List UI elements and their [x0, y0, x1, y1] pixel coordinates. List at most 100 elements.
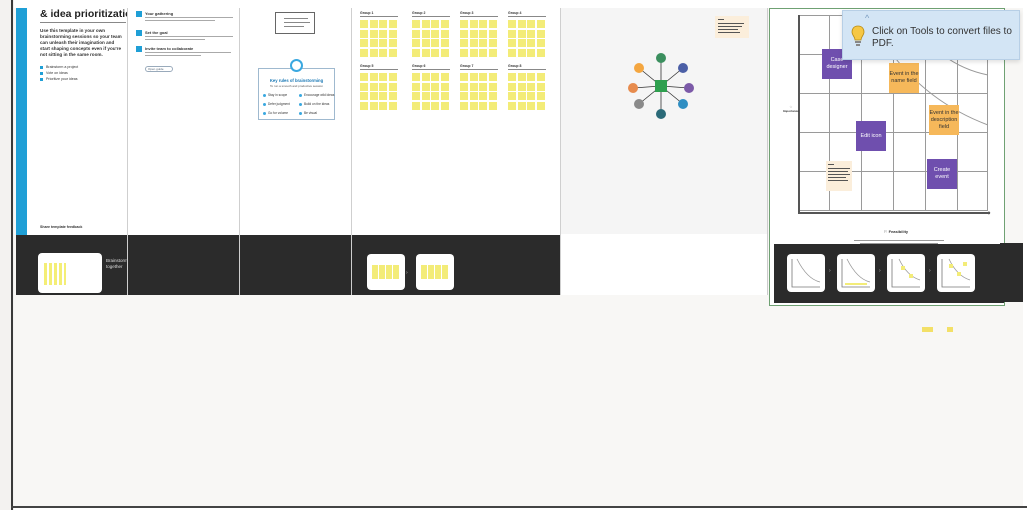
- sticky-note[interactable]: [469, 20, 478, 28]
- template-thumbnail[interactable]: [887, 254, 925, 292]
- idea-card[interactable]: Edit icon: [856, 121, 886, 151]
- sticky-note[interactable]: [431, 92, 439, 100]
- sticky-note[interactable]: [479, 73, 487, 81]
- board-sticky-groups[interactable]: Group 1 Group 2 Group 3 Group 4 Group 5 Group…: [352, 8, 561, 295]
- board-rules[interactable]: Key rules of brainstorming To run a smoo…: [240, 8, 352, 295]
- sticky-note[interactable]: [469, 39, 478, 47]
- sticky-note[interactable]: [369, 20, 378, 28]
- sticky-note[interactable]: [379, 101, 387, 110]
- sticky-note[interactable]: [440, 101, 449, 110]
- sticky-note[interactable]: [922, 327, 933, 332]
- sticky-note[interactable]: [488, 101, 497, 110]
- sticky-note[interactable]: [527, 29, 535, 38]
- sticky-note[interactable]: [947, 327, 953, 332]
- sticky-note[interactable]: [508, 20, 516, 28]
- sticky-note[interactable]: [460, 29, 468, 38]
- sticky-note[interactable]: [536, 73, 545, 81]
- sticky-note[interactable]: [517, 101, 526, 110]
- sticky-note[interactable]: [488, 20, 497, 28]
- sticky-note[interactable]: [536, 48, 545, 57]
- sticky-note[interactable]: [412, 82, 420, 91]
- sticky-note[interactable]: [469, 73, 478, 81]
- sticky-note[interactable]: [360, 73, 368, 81]
- sticky-note[interactable]: [460, 92, 468, 100]
- board-mind-map[interactable]: [561, 8, 768, 295]
- sticky-note[interactable]: [508, 29, 516, 38]
- sticky-note[interactable]: [469, 101, 478, 110]
- sticky-note[interactable]: [488, 39, 497, 47]
- sticky-note[interactable]: [508, 39, 516, 47]
- sticky-note[interactable]: [412, 20, 420, 28]
- idea-card[interactable]: Event in the description field: [929, 105, 959, 135]
- sticky-note[interactable]: [536, 82, 545, 91]
- sticky-note[interactable]: [388, 92, 397, 100]
- sticky-note[interactable]: [460, 73, 468, 81]
- sticky-note[interactable]: [379, 39, 387, 47]
- sticky-note[interactable]: [488, 92, 497, 100]
- sticky-note[interactable]: [488, 48, 497, 57]
- sticky-note[interactable]: [460, 82, 468, 91]
- sticky-note[interactable]: [479, 101, 487, 110]
- sticky-note[interactable]: [431, 39, 439, 47]
- sticky-note[interactable]: [388, 20, 397, 28]
- sticky-note[interactable]: [440, 82, 449, 91]
- sticky-note[interactable]: [421, 82, 430, 91]
- sticky-note[interactable]: [440, 73, 449, 81]
- sticky-note[interactable]: [388, 39, 397, 47]
- sticky-note[interactable]: [440, 39, 449, 47]
- sticky-note[interactable]: [369, 48, 378, 57]
- sticky-note[interactable]: [421, 48, 430, 57]
- sticky-note[interactable]: [379, 92, 387, 100]
- sticky-note[interactable]: [527, 20, 535, 28]
- sticky-note[interactable]: [412, 29, 420, 38]
- sticky-note[interactable]: [440, 92, 449, 100]
- sticky-note[interactable]: [379, 82, 387, 91]
- sticky-note[interactable]: [412, 48, 420, 57]
- sticky-note[interactable]: [460, 48, 468, 57]
- sticky-note[interactable]: [536, 29, 545, 38]
- sticky-note[interactable]: [421, 101, 430, 110]
- template-thumbnail[interactable]: [38, 253, 102, 293]
- sticky-note[interactable]: [826, 161, 852, 191]
- sticky-note[interactable]: [440, 20, 449, 28]
- sticky-note[interactable]: [360, 48, 368, 57]
- sticky-note[interactable]: [479, 39, 487, 47]
- sticky-note[interactable]: [536, 20, 545, 28]
- sticky-note[interactable]: [369, 82, 378, 91]
- sticky-note[interactable]: [517, 48, 526, 57]
- sticky-note[interactable]: [460, 39, 468, 47]
- template-thumbnail[interactable]: [837, 254, 875, 292]
- sticky-note[interactable]: [369, 29, 378, 38]
- sticky-note[interactable]: [412, 101, 420, 110]
- sticky-note[interactable]: [369, 39, 378, 47]
- sticky-note[interactable]: [479, 29, 487, 38]
- board-steps[interactable]: Your gathering Set the goal Invite team …: [128, 8, 240, 295]
- template-thumbnail[interactable]: [787, 254, 825, 292]
- sticky-note[interactable]: [360, 29, 368, 38]
- sticky-note[interactable]: [379, 48, 387, 57]
- sticky-note[interactable]: [421, 39, 430, 47]
- template-thumbnail[interactable]: [367, 254, 405, 290]
- sticky-note[interactable]: [431, 101, 439, 110]
- sticky-note[interactable]: [469, 29, 478, 38]
- sticky-note[interactable]: [479, 82, 487, 91]
- sticky-note[interactable]: [431, 73, 439, 81]
- sticky-note[interactable]: [421, 20, 430, 28]
- sticky-note[interactable]: [488, 73, 497, 81]
- sticky-note[interactable]: [527, 101, 535, 110]
- sticky-note[interactable]: [388, 29, 397, 38]
- sticky-note[interactable]: [527, 39, 535, 47]
- sticky-note[interactable]: [388, 82, 397, 91]
- sticky-note[interactable]: [369, 73, 378, 81]
- sticky-note[interactable]: [479, 20, 487, 28]
- sticky-note[interactable]: [488, 82, 497, 91]
- sticky-note[interactable]: [508, 82, 516, 91]
- sticky-note[interactable]: [421, 92, 430, 100]
- sticky-note[interactable]: [460, 20, 468, 28]
- feedback-link[interactable]: Share template feedback: [40, 225, 82, 229]
- sticky-note[interactable]: [412, 73, 420, 81]
- sticky-note[interactable]: [488, 29, 497, 38]
- sticky-note[interactable]: [421, 73, 430, 81]
- sticky-note[interactable]: [508, 73, 516, 81]
- sticky-note[interactable]: [388, 48, 397, 57]
